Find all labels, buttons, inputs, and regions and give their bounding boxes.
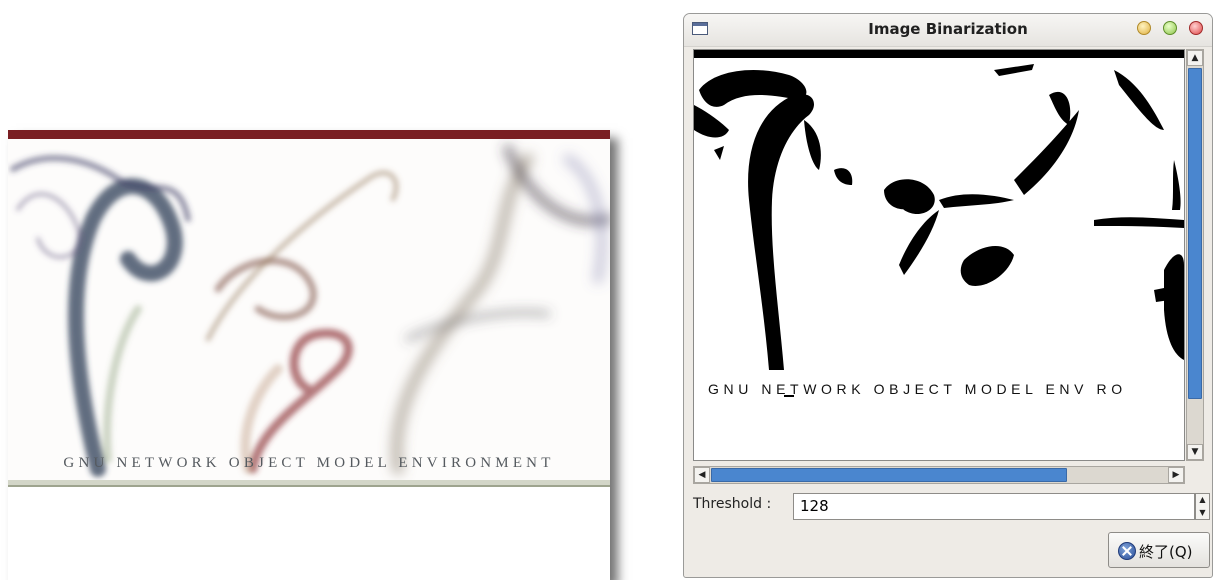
window-title: Image Binarization <box>868 20 1028 38</box>
scroll-right-icon[interactable]: ▶ <box>1168 467 1184 483</box>
smoke-artwork <box>8 139 610 480</box>
quit-button-label: 終了(Q) <box>1139 543 1193 561</box>
minimize-icon[interactable] <box>1137 21 1151 35</box>
image-top-bar <box>8 130 610 139</box>
quit-button[interactable]: 終了(Q) <box>1108 532 1210 568</box>
close-icon[interactable] <box>1189 21 1203 35</box>
horizontal-scrollbar[interactable]: ◀ ▶ <box>693 466 1185 484</box>
threshold-spinner[interactable]: ▲ ▼ <box>1195 493 1210 520</box>
title-bar[interactable]: Image Binarization <box>684 14 1212 47</box>
vertical-scroll-thumb[interactable] <box>1188 68 1202 399</box>
binarized-caption: GNU NETWORK OBJECT MODEL ENV RO <box>708 381 1127 397</box>
vertical-scrollbar[interactable]: ▲ ▼ <box>1186 49 1204 461</box>
threshold-input[interactable]: 128 <box>793 493 1195 520</box>
original-image: GNU NETWORK OBJECT MODEL ENVIRONMENT <box>8 130 610 580</box>
binarization-window: Image Binarization GNU NETWORK OBJECT MO… <box>683 13 1213 578</box>
scroll-left-icon[interactable]: ◀ <box>694 467 710 483</box>
maximize-icon[interactable] <box>1163 21 1177 35</box>
threshold-label: Threshold : <box>693 496 772 512</box>
binarized-image-viewport[interactable]: GNU NETWORK OBJECT MODEL ENV RO <box>693 49 1185 461</box>
scroll-down-icon[interactable]: ▼ <box>1187 444 1203 460</box>
horizontal-scroll-thumb[interactable] <box>711 468 1067 482</box>
scroll-up-icon[interactable]: ▲ <box>1187 50 1203 66</box>
spin-down-icon[interactable]: ▼ <box>1196 507 1209 519</box>
image-rule-dark <box>8 485 610 487</box>
binarized-image <box>694 50 1184 460</box>
stop-icon <box>1118 542 1136 560</box>
spin-up-icon[interactable]: ▲ <box>1196 494 1209 506</box>
image-caption: GNU NETWORK OBJECT MODEL ENVIRONMENT <box>63 455 555 471</box>
